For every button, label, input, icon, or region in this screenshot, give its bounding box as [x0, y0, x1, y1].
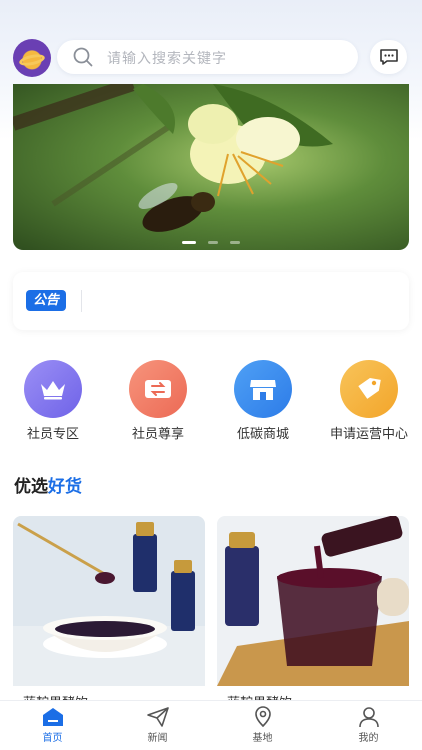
- product-image: [13, 516, 205, 686]
- product-card[interactable]: 蓝靛果酵饮: [13, 516, 205, 706]
- bee-flower-image: [13, 84, 333, 232]
- feature-label: 社员专区: [26, 427, 79, 442]
- notice-badge: 公告: [26, 290, 66, 311]
- user-icon: [358, 707, 379, 728]
- search-icon: [73, 47, 93, 67]
- chat-icon: [380, 49, 398, 65]
- banner-carousel[interactable]: [13, 84, 409, 250]
- feature-member-privilege[interactable]: 社员尊享: [113, 360, 203, 444]
- search-placeholder: 请输入搜索关键字: [107, 51, 227, 67]
- app-logo-icon[interactable]: [13, 39, 51, 77]
- tab-label: 基地: [252, 733, 273, 744]
- notice-bar[interactable]: 公告: [13, 272, 409, 330]
- tab-news[interactable]: 新闻: [105, 701, 210, 750]
- store-icon: [250, 380, 276, 400]
- product-card[interactable]: 蓝靛果酵饮: [217, 516, 409, 706]
- feature-grid: 社员专区 社员尊享 低碳商城 申请运营中心: [0, 360, 422, 450]
- paper-plane-icon: [146, 707, 169, 727]
- tab-label: 我的: [358, 733, 379, 744]
- exchange-icon: [145, 380, 171, 398]
- location-pin-icon: [254, 706, 271, 728]
- message-button[interactable]: [370, 40, 407, 74]
- tag-icon: [358, 377, 381, 399]
- feature-label: 社员尊享: [131, 427, 184, 442]
- home-icon: [42, 708, 63, 726]
- bottom-tabbar: 首页 新闻 基地 我的: [0, 700, 422, 750]
- tab-label: 首页: [42, 733, 63, 744]
- product-image: [217, 516, 409, 686]
- feature-member-zone[interactable]: 社员专区: [8, 360, 98, 444]
- carousel-dots: [13, 241, 409, 244]
- feature-label: 低碳商城: [236, 427, 289, 442]
- section-title-highlight: 好货: [48, 477, 82, 497]
- search-bar[interactable]: 请输入搜索关键字: [57, 40, 358, 74]
- feature-low-carbon-mall[interactable]: 低碳商城: [218, 360, 308, 444]
- section-title: 优选好货: [14, 472, 82, 497]
- notice-divider: [81, 290, 82, 312]
- tab-label: 新闻: [147, 733, 168, 744]
- header-bar: 请输入搜索关键字: [0, 38, 422, 77]
- feature-apply-operation-center[interactable]: 申请运营中心: [324, 360, 414, 444]
- tab-mine[interactable]: 我的: [316, 701, 421, 750]
- tab-base[interactable]: 基地: [210, 701, 315, 750]
- tab-home[interactable]: 首页: [0, 701, 105, 750]
- section-title-prefix: 优选: [14, 477, 48, 497]
- feature-label: 申请运营中心: [329, 427, 408, 442]
- crown-icon: [41, 381, 65, 400]
